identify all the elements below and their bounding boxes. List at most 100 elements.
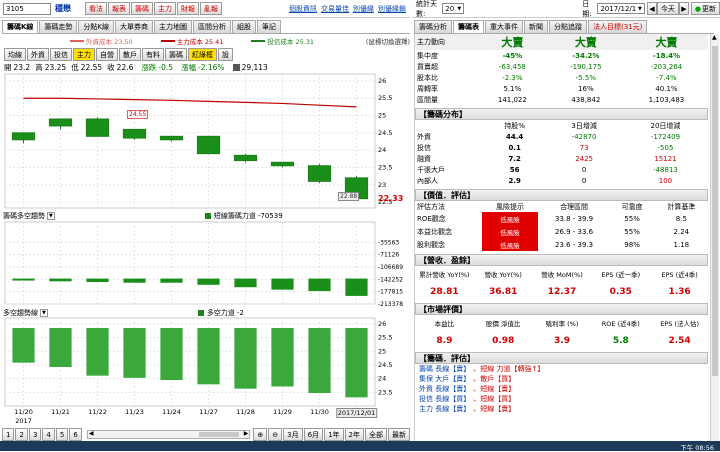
period-1y-button[interactable]: 1年 [324,428,344,441]
ma-legend-trust-label: 投信成本 25.31 [267,37,315,46]
view-button[interactable]: 看法 [85,2,107,15]
summary-cell: 438,842 [571,95,601,104]
scroll-thumb[interactable] [199,432,240,437]
candle-body [122,128,147,139]
x-tick-label: 11/20 [14,408,33,416]
tab-big-broker[interactable]: 大單券商 [115,20,154,33]
misc-button[interactable]: 亂報 [200,2,222,15]
report-button[interactable]: 報表 [108,2,130,15]
tab-branch-kline[interactable]: 分點K線 [78,20,115,33]
tab-branch-tracking[interactable]: 分點追蹤 [549,20,587,33]
y-tick-label: 26 [378,77,386,85]
zoom-in-button[interactable]: ⊕ [253,428,268,441]
page-3-button[interactable]: 3 [28,428,42,441]
left-tabbar: 籌碼K線 籌碼走勢 分點K線 大單券商 主力地圖 區間分析 組股 筆記 [2,20,410,34]
tab-group[interactable]: 組股 [232,20,257,33]
zoom-out-button[interactable]: ⊖ [268,428,283,441]
valuation-reliability: 55% [624,214,640,223]
fav-link[interactable]: 別優緣 [353,4,374,14]
p3-value: -2 [236,309,244,317]
ma-legend-main: 主力成本 25.41 [160,36,223,46]
p3-dropdown-icon[interactable]: ▼ [40,309,48,317]
tab-main-map[interactable]: 主力地圖 [154,20,193,33]
next-day-button[interactable]: ▶ [678,2,689,15]
refresh-button[interactable]: ● 更新 [690,2,720,15]
revenue-value: 0.35 [609,287,632,297]
page-4-button[interactable]: 4 [42,428,55,441]
p2-dropdown-icon[interactable]: ▼ [47,212,55,220]
tab-notes[interactable]: 筆記 [257,20,282,33]
refresh-label: 更新 [702,4,716,13]
p2-legend: 短線籌碼力道 [213,212,256,220]
revenue-header: EPS (近4季) [661,270,698,279]
financial-button[interactable]: 財報 [177,2,199,15]
table-row: 內部人 2.9 0 100 [415,175,708,186]
candle-body [233,154,258,162]
page-2-button[interactable]: 2 [15,428,28,441]
ma-legend-trust: 投信成本 25.31 [251,36,314,46]
table-row: 股利觀念 低風險 23.6 - 39.3 98% 1.18 [415,238,708,251]
main-force-button[interactable]: 主力 [154,2,176,15]
revenue-header: 營收 YoY(%) [484,270,522,279]
valuation-row-label: ROE觀念 [417,214,446,223]
page-5-button[interactable]: 5 [55,428,69,441]
chips-cell: -505 [657,143,674,152]
table-row: 買賣超 -63,458 -190,175 -203,264 [415,61,708,72]
revenue-value: 12.37 [547,287,577,297]
valuation-base: 2.24 [673,227,690,236]
v-scrollbar[interactable]: ▲ [710,34,719,441]
today-button[interactable]: 今天 [656,2,679,15]
tab-news[interactable]: 新聞 [524,20,548,33]
stat-days-select[interactable]: 20 ▼ [442,3,465,14]
page-1-button[interactable]: 1 [2,428,15,441]
tab-chip-table[interactable]: 籌碼表 [453,20,484,33]
x-year-label: 2017 [15,417,32,425]
chip-eval-short: 、短線【賣】 [473,405,516,413]
valuation-base: 8.5 [675,214,687,223]
h-scrollbar[interactable]: ◀ ▶ [86,430,251,439]
tab-chip-trend[interactable]: 籌碼走勢 [39,20,78,33]
x-tick-label: 11/29 [273,408,292,416]
tab-events[interactable]: 重大事件 [485,20,523,33]
prev-day-button[interactable]: ◀ [646,2,657,15]
fav-lock-link[interactable]: 別優緣鎖 [378,4,406,14]
valuation-h-risk: 風險提示 [496,202,525,211]
tab-range-analysis[interactable]: 區間分析 [193,20,232,33]
p2-tick-label: -35563 [378,239,399,246]
valuation-range: 33.8 - 39.9 [554,214,594,223]
period-all-button[interactable]: 全部 [365,428,387,441]
summary-cell: 141,022 [497,95,527,104]
volume-link[interactable]: 交易量佳 [321,4,349,14]
summary-col-1: 大賣 [501,36,524,49]
chips-cell: 2425 [575,154,594,163]
chips-button[interactable]: 籌碼 [131,2,153,15]
p3-bar [123,328,146,378]
market-header: 【市場評價】 [415,303,708,315]
p2-tick-label: -142252 [378,276,403,283]
market-header: 股價 淨值比 [485,319,521,328]
v-scroll-thumb[interactable] [712,46,718,376]
stock-info-link[interactable]: 個股資訊 [289,4,317,14]
x-tick-label: 11/24 [162,408,181,416]
right-panel: 主力動向 大賣 大賣 大賣 集中度 -45% -34.2% -18.4% 買賣超 -63,… [414,34,708,441]
period-latest-button[interactable]: 最新 [388,428,410,441]
tab-target-price[interactable]: 法人目標(31元) [588,20,648,33]
date-label: 日期: [582,0,592,18]
page-6-button[interactable]: 6 [69,428,82,441]
date-input[interactable]: 2017/12/1 ▼ [597,3,645,14]
p3-bar [49,328,72,367]
p3-bar [345,328,368,398]
summary-cell: 40.1% [655,84,678,93]
tab-chip-kline[interactable]: 籌碼K線 [2,20,39,33]
period-6m-button[interactable]: 6月 [303,428,324,441]
x-tick-label: 2017/12/01 [335,408,378,418]
chips-row-label: 千張大戶 [417,165,445,174]
stock-code-input[interactable]: 3105 [3,2,51,15]
stat-days-label: 統計天數: [416,0,437,18]
table-row: 千張大戶 56 0 -48813 [415,164,708,175]
table-row: 周轉率 5.1% 16% 40.1% [415,83,708,94]
tab-chip-analysis[interactable]: 籌碼分析 [414,20,452,33]
ma-legend: 外資成本 23.50 主力成本 25.41 投信成本 25.31 (鼠標切換選擇… [70,36,410,46]
period-2y-button[interactable]: 2年 [344,428,364,441]
period-3m-button[interactable]: 3月 [283,428,303,441]
